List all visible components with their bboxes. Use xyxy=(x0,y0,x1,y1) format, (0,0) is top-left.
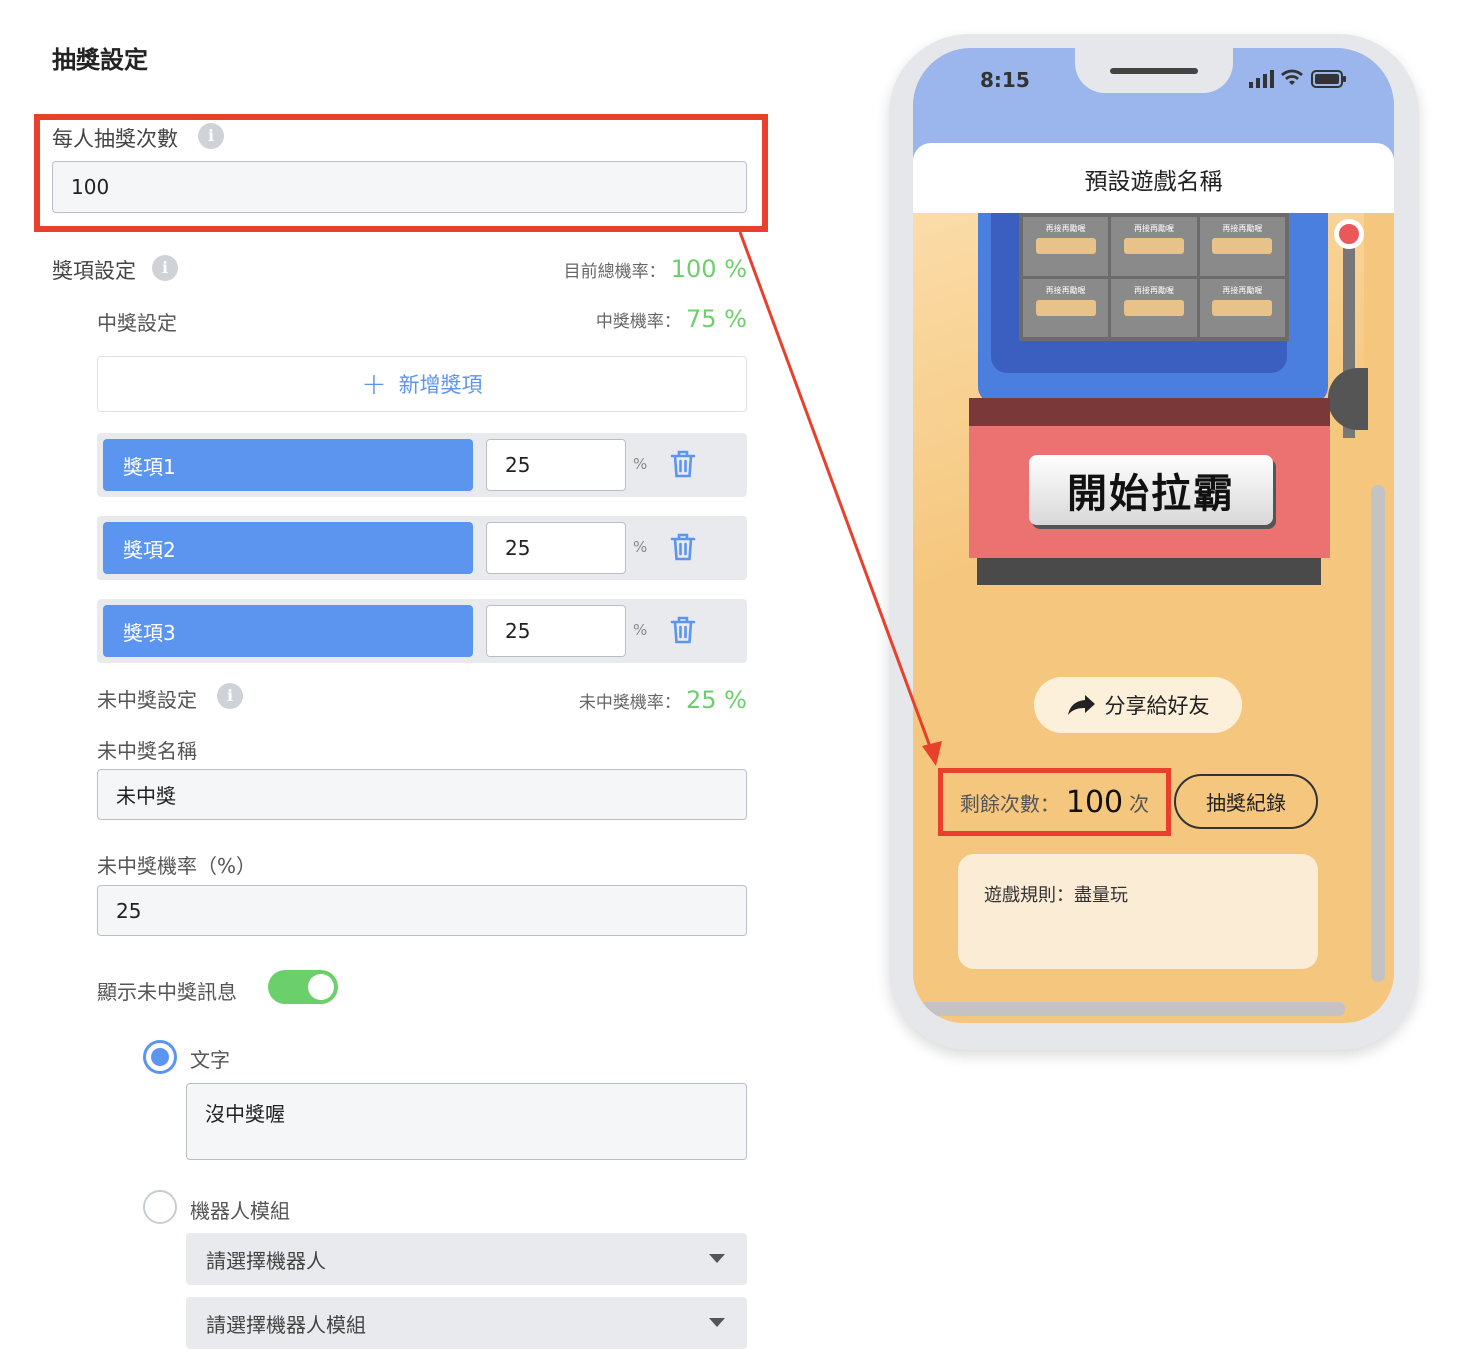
connector-arrow xyxy=(738,231,942,766)
